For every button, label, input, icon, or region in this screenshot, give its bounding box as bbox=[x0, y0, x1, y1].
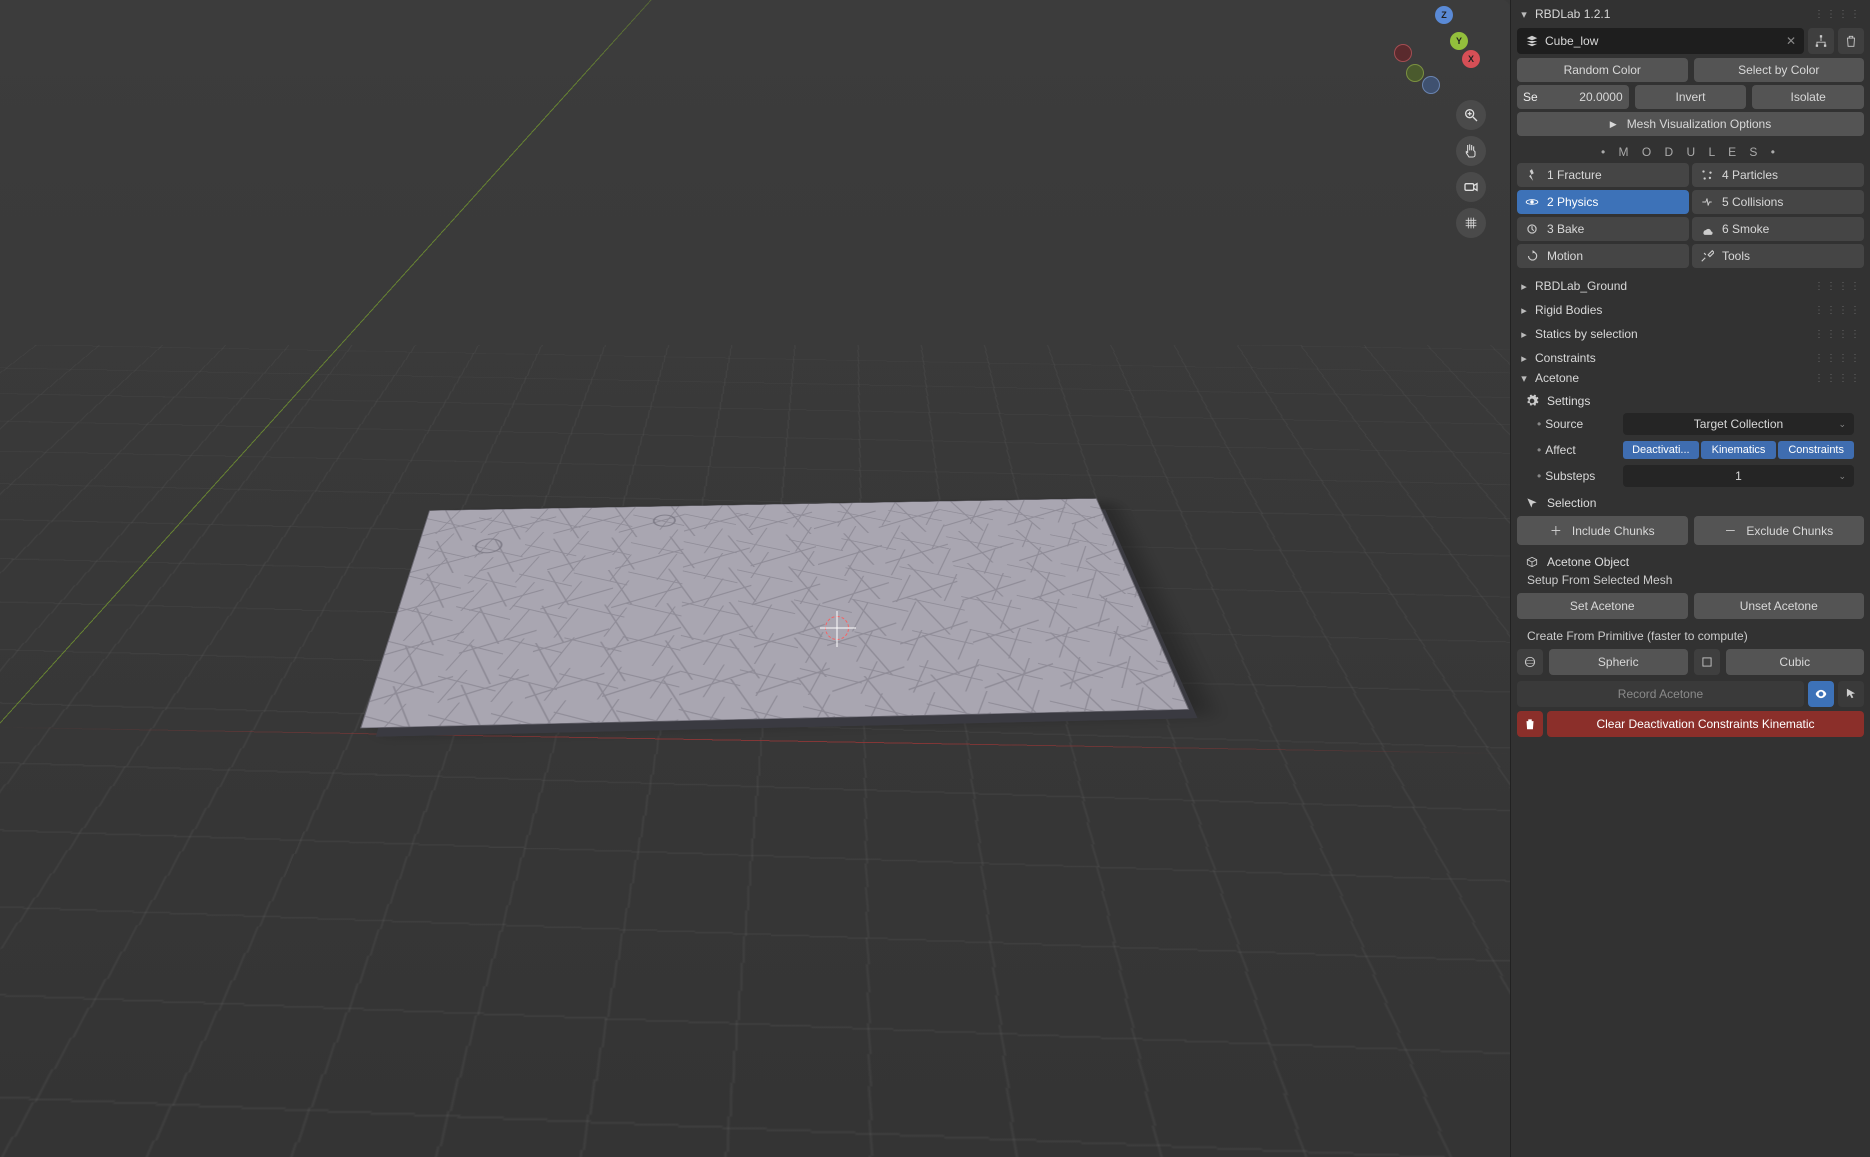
voronoi-pattern bbox=[362, 499, 1188, 728]
chevron-down-icon bbox=[1519, 372, 1529, 385]
side-panel: RBDLab 1.2.1 ⋮⋮⋮⋮ Cube_low ✕ Random Colo… bbox=[1510, 0, 1870, 1157]
record-acetone-button[interactable]: Record Acetone bbox=[1517, 681, 1804, 707]
module-bake[interactable]: 3 Bake bbox=[1517, 217, 1689, 241]
spheric-button[interactable]: Spheric bbox=[1549, 649, 1688, 675]
source-dropdown[interactable]: Target Collection⌄ bbox=[1623, 413, 1854, 435]
settings-header: Settings bbox=[1517, 388, 1864, 410]
trash-icon[interactable] bbox=[1838, 28, 1864, 54]
object-name-field[interactable]: Cube_low ✕ bbox=[1517, 28, 1804, 54]
drag-dots-icon[interactable]: ⋮⋮⋮⋮ bbox=[1814, 9, 1862, 20]
zoom-icon[interactable] bbox=[1456, 100, 1486, 130]
se-value-field[interactable]: Se 20.0000 bbox=[1517, 85, 1629, 109]
drag-dots-icon[interactable]: ⋮⋮⋮⋮ bbox=[1814, 305, 1862, 316]
drag-dots-icon[interactable]: ⋮⋮⋮⋮ bbox=[1814, 353, 1862, 364]
minus-icon: － bbox=[1724, 522, 1736, 539]
axis-y-handle[interactable]: Y bbox=[1450, 32, 1468, 50]
random-color-button[interactable]: Random Color bbox=[1517, 58, 1688, 82]
include-chunks-button[interactable]: ＋Include Chunks bbox=[1517, 516, 1688, 545]
substeps-label: Substeps bbox=[1537, 469, 1617, 483]
setup-from-mesh-label: Setup From Selected Mesh bbox=[1517, 571, 1864, 589]
modules-grid: 1 Fracture 4 Particles 2 Physics 5 Colli… bbox=[1517, 163, 1864, 268]
grid-floor bbox=[0, 345, 1510, 1157]
exclude-chunks-button[interactable]: －Exclude Chunks bbox=[1694, 516, 1865, 545]
axis-neg-z-handle[interactable] bbox=[1422, 76, 1440, 94]
nav-gizmo[interactable]: Z Y X bbox=[1402, 6, 1486, 90]
drag-dots-icon[interactable]: ⋮⋮⋮⋮ bbox=[1814, 373, 1862, 384]
visibility-toggle[interactable] bbox=[1808, 681, 1834, 707]
selection-header: Selection bbox=[1517, 490, 1864, 512]
select-by-color-button[interactable]: Select by Color bbox=[1694, 58, 1865, 82]
object-name: Cube_low bbox=[1545, 34, 1598, 48]
plus-icon: ＋ bbox=[1550, 522, 1562, 539]
viewport-nav-buttons bbox=[1456, 100, 1486, 238]
clear-deactivation-button[interactable]: Clear Deactivation Constraints Kinematic bbox=[1547, 711, 1864, 737]
create-from-primitive-label: Create From Primitive (faster to compute… bbox=[1517, 623, 1864, 645]
cursor-3d bbox=[825, 616, 849, 640]
sphere-icon[interactable] bbox=[1517, 649, 1543, 675]
module-motion[interactable]: Motion bbox=[1517, 244, 1689, 268]
selectable-toggle[interactable] bbox=[1838, 681, 1864, 707]
eye-icon bbox=[1814, 687, 1828, 701]
module-collisions[interactable]: 5 Collisions bbox=[1692, 190, 1864, 214]
fractured-slab-mesh[interactable] bbox=[360, 498, 1189, 728]
viewport-3d[interactable]: Z Y X bbox=[0, 0, 1510, 1157]
drag-dots-icon[interactable]: ⋮⋮⋮⋮ bbox=[1814, 329, 1862, 340]
module-smoke[interactable]: 6 Smoke bbox=[1692, 217, 1864, 241]
trash-icon[interactable] bbox=[1517, 711, 1543, 737]
axis-neg-x-handle[interactable] bbox=[1394, 44, 1412, 62]
panel-title-row[interactable]: RBDLab 1.2.1 ⋮⋮⋮⋮ bbox=[1517, 4, 1864, 24]
cursor-icon bbox=[1525, 496, 1539, 510]
unset-acetone-button[interactable]: Unset Acetone bbox=[1694, 593, 1865, 619]
set-acetone-button[interactable]: Set Acetone bbox=[1517, 593, 1688, 619]
module-physics[interactable]: 2 Physics bbox=[1517, 190, 1689, 214]
section-statics[interactable]: Statics by selection⋮⋮⋮⋮ bbox=[1517, 324, 1864, 344]
section-rigid-bodies[interactable]: Rigid Bodies⋮⋮⋮⋮ bbox=[1517, 300, 1864, 320]
axis-neg-y-handle[interactable] bbox=[1406, 64, 1424, 82]
acetone-object-header: Acetone Object bbox=[1517, 549, 1864, 571]
chevron-down-icon: ⌄ bbox=[1838, 419, 1846, 430]
panel-title: RBDLab 1.2.1 bbox=[1535, 7, 1610, 21]
affect-label: Affect bbox=[1537, 443, 1617, 457]
mesh-visualization-button[interactable]: ▶ Mesh Visualization Options bbox=[1517, 112, 1864, 136]
section-constraints[interactable]: Constraints⋮⋮⋮⋮ bbox=[1517, 348, 1864, 368]
chevron-down-icon: ⌄ bbox=[1838, 471, 1846, 482]
camera-icon[interactable] bbox=[1456, 172, 1486, 202]
substeps-dropdown[interactable]: 1⌄ bbox=[1623, 465, 1854, 487]
chevron-right-icon bbox=[1519, 352, 1529, 365]
section-acetone[interactable]: Acetone⋮⋮⋮⋮ bbox=[1517, 368, 1864, 388]
axis-z-handle[interactable]: Z bbox=[1435, 6, 1453, 24]
section-rbdlab-ground[interactable]: RBDLab_Ground⋮⋮⋮⋮ bbox=[1517, 276, 1864, 296]
cubic-button[interactable]: Cubic bbox=[1726, 649, 1865, 675]
affect-constraints-pill[interactable]: Constraints bbox=[1778, 441, 1854, 459]
cube-outline-icon bbox=[1525, 555, 1539, 569]
isolate-button[interactable]: Isolate bbox=[1752, 85, 1864, 109]
triangle-right-icon: ▶ bbox=[1610, 119, 1617, 130]
chevron-right-icon bbox=[1519, 328, 1529, 341]
drag-dots-icon[interactable]: ⋮⋮⋮⋮ bbox=[1814, 281, 1862, 292]
clear-icon[interactable]: ✕ bbox=[1786, 34, 1796, 48]
module-particles[interactable]: 4 Particles bbox=[1692, 163, 1864, 187]
chevron-right-icon bbox=[1519, 280, 1529, 293]
module-fracture[interactable]: 1 Fracture bbox=[1517, 163, 1689, 187]
module-tools[interactable]: Tools bbox=[1692, 244, 1864, 268]
chevron-right-icon bbox=[1519, 304, 1529, 317]
gear-icon bbox=[1525, 394, 1539, 408]
perspective-icon[interactable] bbox=[1456, 208, 1486, 238]
hierarchy-icon[interactable] bbox=[1808, 28, 1834, 54]
invert-button[interactable]: Invert bbox=[1635, 85, 1747, 109]
mesh-icon bbox=[1525, 34, 1539, 48]
affect-deactivation-pill[interactable]: Deactivati... bbox=[1623, 441, 1699, 459]
source-label: Source bbox=[1537, 417, 1617, 431]
axis-x-handle[interactable]: X bbox=[1462, 50, 1480, 68]
modules-header: • M o d u l e s • bbox=[1517, 139, 1864, 163]
cursor-arrow-icon bbox=[1844, 687, 1858, 701]
affect-kinematics-pill[interactable]: Kinematics bbox=[1701, 441, 1777, 459]
pan-icon[interactable] bbox=[1456, 136, 1486, 166]
cube-icon[interactable] bbox=[1694, 649, 1720, 675]
chevron-down-icon bbox=[1519, 8, 1529, 21]
